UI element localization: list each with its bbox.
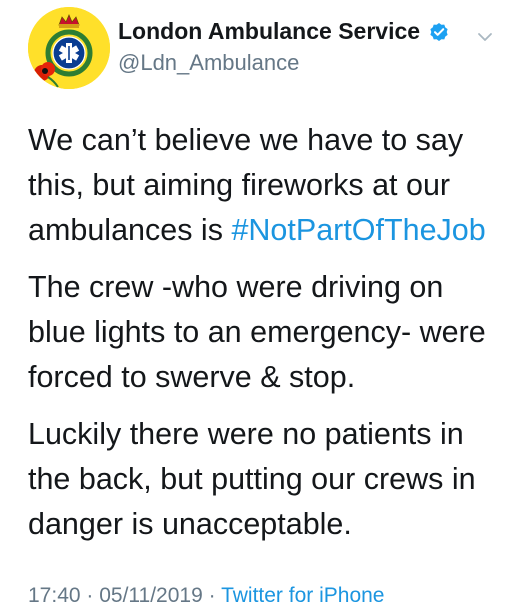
display-name[interactable]: London Ambulance Service bbox=[118, 18, 420, 45]
tweet-card: London Ambulance Service @Ldn_Ambulance … bbox=[0, 0, 516, 607]
verified-badge-icon bbox=[428, 21, 450, 43]
tweet-paragraph-1: We can’t believe we have to say this, bu… bbox=[28, 118, 506, 253]
hashtag-link[interactable]: #NotPartOfTheJob bbox=[231, 213, 485, 247]
ambulance-crest-logo bbox=[28, 7, 110, 89]
tweet-paragraph-3: Luckily there were no patients in the ba… bbox=[28, 417, 476, 541]
tweet-paragraph-2: The crew -who were driving on blue light… bbox=[28, 270, 486, 394]
name-row: London Ambulance Service bbox=[118, 18, 450, 45]
tweet-date[interactable]: 05/11/2019 bbox=[99, 584, 203, 607]
tweet-source-link[interactable]: Twitter for iPhone bbox=[221, 584, 384, 607]
avatar[interactable] bbox=[28, 7, 110, 89]
tweet-text: We can’t believe we have to say this, bu… bbox=[28, 118, 506, 559]
chevron-down-icon[interactable] bbox=[474, 26, 496, 48]
tweet-time[interactable]: 17:40 bbox=[28, 584, 81, 607]
tweet-meta: 17:40 · 05/11/2019 · Twitter for iPhone bbox=[28, 584, 385, 607]
account-handle[interactable]: @Ldn_Ambulance bbox=[118, 50, 299, 76]
